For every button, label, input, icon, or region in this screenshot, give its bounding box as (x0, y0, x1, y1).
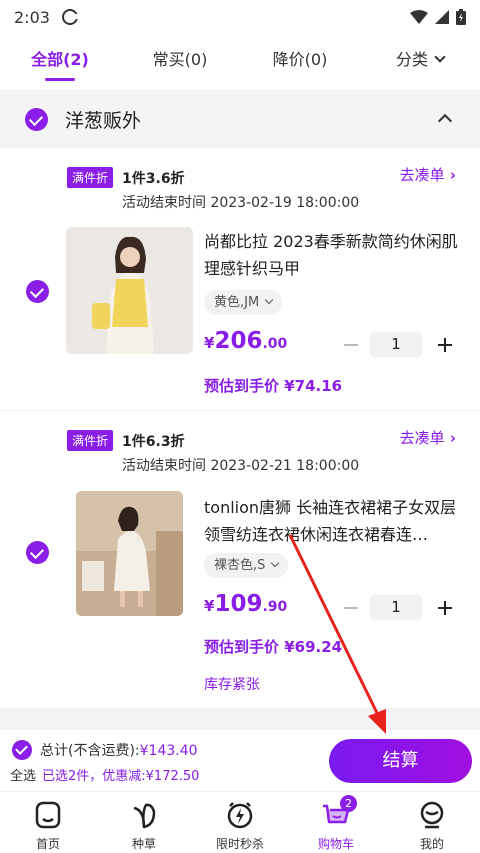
quantity-value[interactable]: 1 (370, 595, 422, 620)
estimated-price: 预估到手价 ¥69.24 (204, 638, 343, 656)
leaf-icon (133, 803, 156, 829)
checkout-bar: 总计(不含运费):¥143.40 全选 已选2件，优惠减:¥172.50 结算 (0, 730, 480, 791)
decrease-button[interactable] (344, 606, 358, 609)
flash-sale-icon (227, 802, 253, 829)
select-all-label[interactable]: 全选 (10, 765, 36, 784)
tab-category-label: 分类 (395, 50, 428, 69)
nav-flash-sale-label: 限时秒杀 (215, 837, 264, 851)
variant-selector[interactable]: 裸杏色,S (204, 553, 289, 578)
price-currency: ¥ (204, 597, 215, 615)
increase-button[interactable] (438, 600, 452, 615)
total-value: ¥143.40 (139, 743, 198, 759)
tab-frequent-label: 常买(0) (152, 50, 208, 69)
cart-count-badge: 2 (340, 795, 357, 812)
product-image[interactable] (76, 491, 183, 616)
stock-warning: 库存紧张 (204, 677, 260, 693)
total-label-text: 总计(不含运费): (40, 743, 140, 759)
product-price: ¥206.00 (204, 328, 287, 354)
tab-price-drop-label: 降价(0) (272, 50, 328, 69)
app-notification-icon (61, 9, 79, 25)
store-checkbox[interactable] (25, 107, 48, 131)
promo-row: 满件折 1件6.3折 (67, 430, 185, 451)
product-image[interactable] (66, 227, 193, 354)
store-header: 洋葱贩外 (0, 90, 480, 148)
decrease-button[interactable] (344, 343, 358, 346)
nav-home[interactable]: 首页 (0, 792, 96, 853)
promo-end-time: 活动结束时间 2023-02-19 18:00:00 (122, 195, 360, 211)
cart-item: 满件折 1件3.6折 去凑单 活动结束时间 2023-02-19 18:00:0… (0, 148, 480, 410)
quantity-value[interactable]: 1 (370, 332, 422, 357)
tab-frequent[interactable]: 常买(0) (120, 34, 240, 90)
item-checkbox[interactable] (26, 280, 49, 303)
home-icon (35, 801, 61, 829)
nav-cart-label: 购物车 (317, 837, 354, 851)
status-icons (410, 9, 466, 25)
promo-end-time: 活动结束时间 2023-02-21 18:00:00 (122, 458, 360, 474)
nav-profile[interactable]: 我的 (384, 792, 480, 853)
quantity-stepper: 1 (344, 595, 452, 620)
status-time: 2:03 (14, 7, 50, 27)
add-items-link[interactable]: 去凑单 (400, 164, 456, 185)
nav-grass[interactable]: 种草 (96, 792, 192, 853)
store-name: 洋葱贩外 (65, 109, 142, 132)
nav-home-label: 首页 (35, 837, 60, 851)
price-decimal: .90 (262, 599, 288, 615)
estimated-price: 预估到手价 ¥74.16 (204, 377, 343, 395)
battery-icon (456, 9, 466, 25)
promo-text: 1件3.6折 (122, 170, 185, 187)
promo-text: 1件6.3折 (122, 433, 185, 450)
nav-grass-label: 种草 (131, 837, 156, 851)
product-title[interactable]: tonlion唐狮 长袖连衣裙裙子女双层领雪纺连衣裙休闲连衣裙春连… (204, 494, 460, 548)
selected-summary: 已选2件，优惠减:¥172.50 (42, 769, 200, 784)
promo-row: 满件折 1件3.6折 (67, 167, 185, 188)
tab-price-drop[interactable]: 降价(0) (240, 34, 360, 90)
item-checkbox[interactable] (26, 541, 49, 564)
quantity-stepper: 1 (344, 332, 452, 357)
add-items-link[interactable]: 去凑单 (400, 427, 456, 448)
tab-all-label: 全部(2) (31, 50, 89, 69)
select-all-checkbox[interactable] (12, 740, 32, 760)
signal-icon (435, 10, 449, 24)
cart-content: 洋葱贩外 满件折 1件3.6折 去凑单 活动结束时间 2023-02-19 18… (0, 90, 480, 730)
increase-button[interactable] (438, 337, 452, 352)
status-bar: 2:03 (0, 0, 480, 34)
price-integer: 109 (214, 591, 263, 617)
chevron-down-icon (434, 51, 446, 63)
filter-tabs: 全部(2) 常买(0) 降价(0) 分类 (0, 34, 480, 90)
checkout-button[interactable]: 结算 (329, 739, 472, 783)
total-label: 总计(不含运费):¥143.40 (40, 740, 198, 760)
active-tab-indicator (45, 78, 75, 81)
profile-icon (420, 801, 444, 829)
product-title[interactable]: 尚都比拉 2023春季新款简约休闲肌理感针织马甲 (204, 228, 460, 282)
cart-item: 满件折 1件6.3折 去凑单 活动结束时间 2023-02-21 18:00:0… (0, 410, 480, 708)
chevron-up-icon[interactable] (437, 113, 453, 129)
promo-badge: 满件折 (67, 167, 114, 188)
product-price: ¥109.90 (204, 591, 287, 617)
price-integer: 206 (214, 328, 263, 354)
variant-selector[interactable]: 黄色,JM (204, 290, 283, 315)
bottom-nav: 首页 种草 限时秒杀 2 购物车 我的 (0, 791, 480, 853)
product-photo-dress (76, 491, 183, 616)
nav-profile-label: 我的 (419, 837, 444, 851)
tab-all[interactable]: 全部(2) (0, 34, 120, 90)
product-photo-vest (66, 227, 193, 354)
wifi-icon (410, 10, 428, 24)
price-decimal: .00 (262, 336, 288, 352)
promo-badge: 满件折 (67, 430, 114, 451)
price-currency: ¥ (204, 334, 215, 352)
tab-category[interactable]: 分类 (360, 34, 480, 90)
nav-flash-sale[interactable]: 限时秒杀 (192, 792, 288, 853)
nav-cart[interactable]: 2 购物车 (288, 792, 384, 853)
